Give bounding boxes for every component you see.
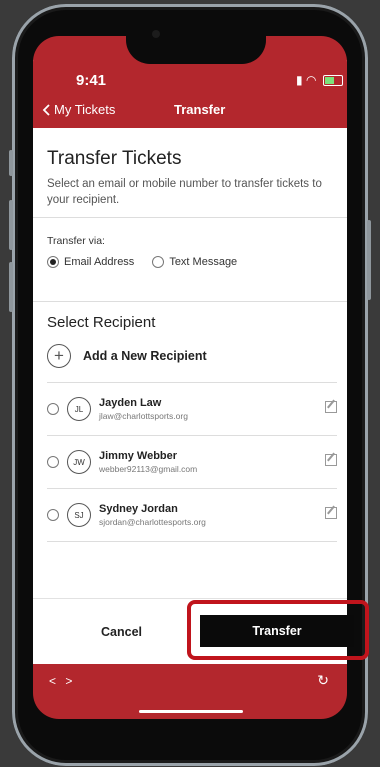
recipient-email: sjordan@charlottesports.org — [99, 517, 206, 527]
avatar: SJ — [67, 503, 91, 527]
page-subtitle: Select an email or mobile number to tran… — [47, 178, 322, 206]
phone-side-button — [9, 200, 13, 250]
recipient-radio[interactable] — [47, 456, 59, 468]
radio-text-message[interactable] — [152, 256, 165, 268]
option-label-text: Text Message — [169, 256, 238, 268]
section-title: Select Recipient — [47, 314, 156, 331]
edit-icon[interactable] — [325, 454, 337, 466]
phone-notch — [126, 20, 266, 64]
avatar: JW — [67, 450, 91, 474]
recipient-row[interactable]: JL Jayden Law jlaw@charlottsports.org — [47, 383, 337, 435]
status-icons: ▮ ◠ — [296, 73, 343, 87]
page-title: Transfer Tickets — [47, 148, 182, 169]
recipient-name: Sydney Jordan — [99, 503, 178, 515]
back-button[interactable]: My Tickets — [42, 102, 115, 117]
browser-nav-arrows-icon[interactable]: < > — [49, 674, 75, 688]
divider — [47, 541, 337, 542]
recipient-radio[interactable] — [47, 403, 59, 415]
phone-side-button — [9, 150, 13, 176]
home-indicator[interactable] — [139, 710, 243, 713]
edit-icon[interactable] — [325, 507, 337, 519]
transfer-via-label: Transfer via: — [47, 235, 105, 247]
recipient-radio[interactable] — [47, 509, 59, 521]
add-recipient-button[interactable]: + Add a New Recipient — [47, 344, 207, 368]
transfer-button[interactable]: Transfer — [200, 615, 354, 647]
recipient-row[interactable]: JW Jimmy Webber webber92113@gmail.com — [47, 436, 337, 488]
wifi-icon: ◠ — [305, 73, 317, 87]
add-recipient-label: Add a New Recipient — [83, 349, 207, 363]
recipient-email: webber92113@gmail.com — [99, 464, 198, 474]
status-time: 9:41 — [76, 72, 107, 89]
back-label: My Tickets — [54, 102, 116, 117]
battery-icon — [322, 75, 343, 87]
signal-icon: ▮ — [296, 73, 303, 87]
recipient-name: Jimmy Webber — [99, 450, 178, 462]
avatar: JL — [67, 397, 91, 421]
recipient-row[interactable]: SJ Sydney Jordan sjordan@charlottesports… — [47, 489, 337, 541]
option-label-email: Email Address — [64, 256, 135, 268]
browser-toolbar: < > ↻ — [33, 664, 347, 719]
phone-side-button — [367, 220, 371, 300]
chevron-left-icon — [42, 103, 50, 116]
transfer-via-options: Email Address Text Message — [47, 256, 237, 268]
phone-side-button — [9, 262, 13, 312]
divider — [33, 301, 347, 302]
recipient-name: Jayden Law — [99, 397, 162, 409]
recipient-email: jlaw@charlottsports.org — [99, 411, 188, 421]
radio-email-address[interactable] — [47, 256, 59, 268]
plus-icon: + — [47, 344, 71, 368]
nav-title: Transfer — [174, 102, 226, 117]
edit-icon[interactable] — [325, 401, 337, 413]
refresh-icon[interactable]: ↻ — [317, 672, 329, 689]
camera-icon — [152, 30, 160, 38]
divider — [33, 217, 347, 218]
cancel-button[interactable]: Cancel — [101, 625, 142, 639]
